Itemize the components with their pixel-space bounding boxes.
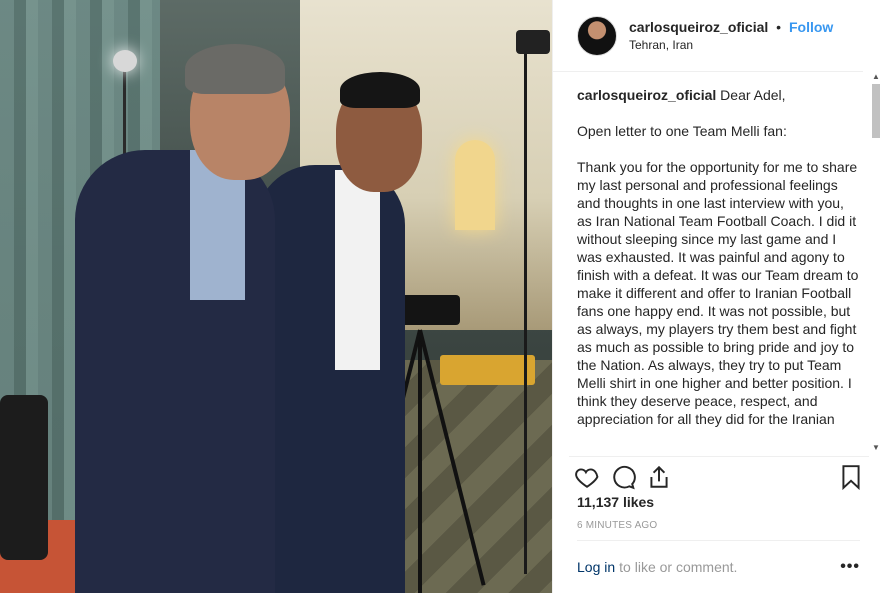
post-side-panel: carlosqueiroz_oficial • Follow Tehran, I…: [552, 0, 883, 593]
heart-icon: [575, 467, 599, 488]
photo-person-left-hair: [185, 44, 285, 94]
caption-body: Thank you for the opportunity for me to …: [577, 159, 859, 427]
share-button[interactable]: [641, 459, 677, 495]
post-header: carlosqueiroz_oficial • Follow Tehran, I…: [553, 0, 863, 72]
action-bar: [569, 456, 869, 492]
location-link[interactable]: Tehran, Iran: [629, 36, 833, 54]
likes-count[interactable]: 11,137 likes: [577, 494, 654, 510]
caption-scrollbar[interactable]: ▲ ▼: [870, 72, 882, 452]
instagram-post: carlosqueiroz_oficial • Follow Tehran, I…: [0, 0, 883, 593]
photo-arch-light: [455, 140, 495, 230]
caption-first-line: carlosqueiroz_oficial Dear Adel,: [577, 86, 860, 104]
scroll-thumb[interactable]: [872, 84, 880, 138]
post-timestamp[interactable]: 6 MINUTES AGO: [577, 520, 657, 531]
photo-studio-light: [516, 30, 550, 54]
post-photo[interactable]: [0, 0, 552, 593]
photo-person-right-shirt: [335, 170, 380, 370]
photo-chair: [440, 355, 535, 385]
login-link[interactable]: Log in: [577, 559, 615, 575]
photo-light-stand: [524, 54, 527, 574]
comment-icon: [613, 465, 636, 489]
caption-line: Open letter to one Team Melli fan:: [577, 123, 787, 139]
more-icon[interactable]: •••: [840, 558, 860, 576]
like-button[interactable]: [569, 459, 605, 495]
header-separator: •: [776, 18, 782, 35]
header-username[interactable]: carlosqueiroz_oficial: [629, 19, 768, 35]
caption-username[interactable]: carlosqueiroz_oficial: [577, 87, 716, 103]
login-prompt-text: to like or comment.: [619, 558, 738, 575]
scroll-up-icon[interactable]: ▲: [872, 72, 880, 81]
bookmark-icon: [842, 464, 860, 490]
comment-button[interactable]: [605, 459, 641, 495]
save-button[interactable]: [833, 459, 869, 495]
scroll-down-icon[interactable]: ▼: [872, 443, 880, 452]
caption-area[interactable]: carlosqueiroz_oficial Dear Adel, Open le…: [577, 86, 860, 454]
photo-bag: [0, 395, 48, 560]
photo-person-left-body: [75, 150, 275, 593]
avatar[interactable]: [577, 15, 617, 56]
login-footer: Log in to like or comment. •••: [577, 540, 860, 592]
photo-person-right-hair: [340, 72, 420, 108]
photo-studio-light: [113, 50, 137, 72]
photo-person-right-body: [255, 165, 405, 593]
caption-greeting: Dear Adel,: [720, 87, 786, 103]
follow-button[interactable]: Follow: [789, 19, 833, 35]
photo-tripod-leg: [418, 330, 422, 593]
header-text: carlosqueiroz_oficial • Follow Tehran, I…: [629, 18, 833, 54]
share-icon: [650, 465, 668, 488]
